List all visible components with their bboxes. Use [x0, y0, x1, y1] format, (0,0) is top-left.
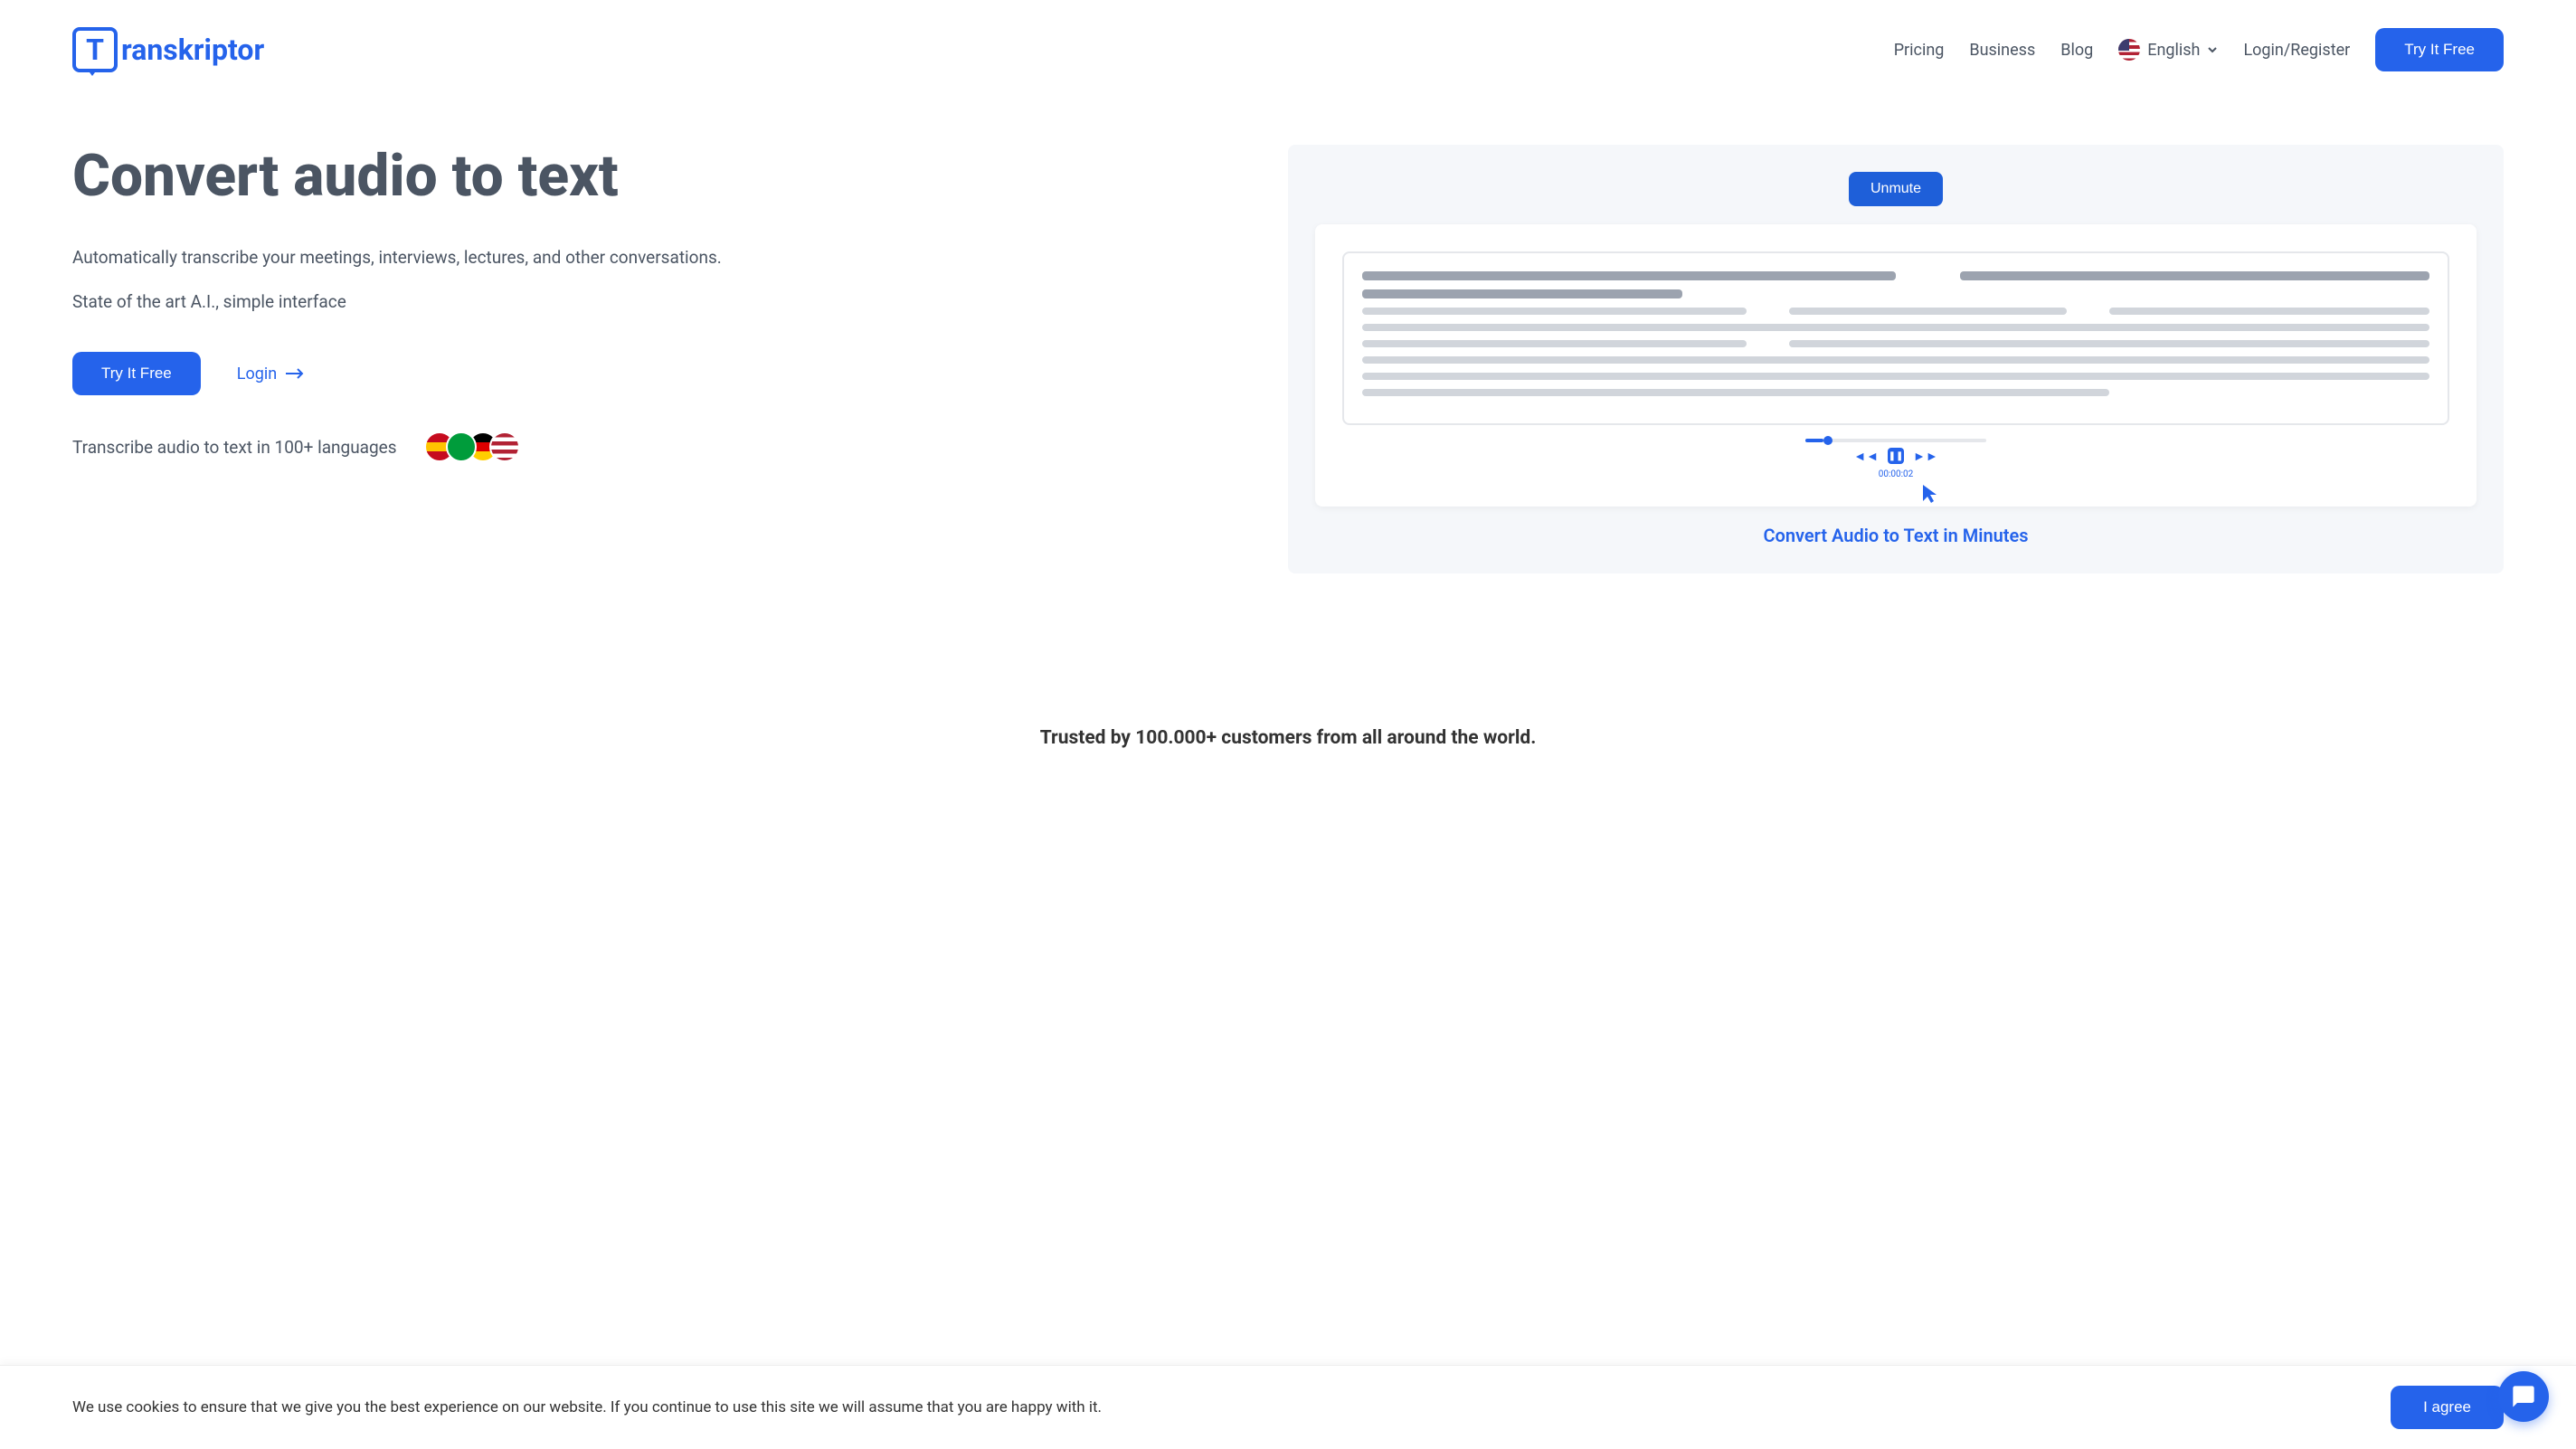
player-controls: ◄◄ ❚❚ ►► 00:00:02 — [1342, 439, 2449, 479]
progress-bar[interactable] — [1805, 439, 1986, 442]
unmute-button[interactable]: Unmute — [1849, 172, 1943, 206]
arrow-right-icon — [286, 367, 304, 380]
playback-buttons: ◄◄ ❚❚ ►► — [1853, 448, 1937, 464]
header: T ranskriptor Pricing Business Blog Engl… — [0, 0, 2576, 99]
flag-stack — [424, 431, 520, 462]
nav-blog[interactable]: Blog — [2060, 41, 2093, 60]
language-selector[interactable]: English — [2118, 39, 2218, 61]
hero-login-label: Login — [237, 365, 277, 384]
hero-video-panel: Unmute ◄◄ ❚❚ ►► 00:00:02 — [1288, 145, 2504, 573]
hero-cta-button[interactable]: Try It Free — [72, 352, 201, 395]
nav-pricing[interactable]: Pricing — [1894, 41, 1945, 60]
document-preview — [1342, 251, 2449, 425]
languages-row: Transcribe audio to text in 100+ languag… — [72, 431, 1234, 462]
video-caption: Convert Audio to Text in Minutes — [1763, 525, 2028, 546]
forward-icon[interactable]: ►► — [1913, 449, 1938, 464]
rewind-icon[interactable]: ◄◄ — [1853, 449, 1879, 464]
logo[interactable]: T ranskriptor — [72, 27, 264, 72]
cookie-text: We use cookies to ensure that we give yo… — [72, 1398, 1102, 1416]
hero-content: Convert audio to text Automatically tran… — [72, 145, 1234, 573]
nav-business[interactable]: Business — [1969, 41, 2035, 60]
chat-icon — [2511, 1384, 2536, 1409]
chat-widget[interactable] — [2498, 1371, 2549, 1422]
chevron-down-icon — [2207, 44, 2218, 55]
cookie-agree-button[interactable]: I agree — [2391, 1386, 2504, 1429]
main-nav: Pricing Business Blog English Login/Regi… — [1894, 28, 2504, 71]
logo-icon: T — [72, 27, 118, 72]
hero-login-link[interactable]: Login — [237, 365, 304, 384]
logo-text: ranskriptor — [121, 33, 264, 67]
cursor-icon — [1920, 483, 1942, 510]
language-label: English — [2147, 41, 2200, 60]
video-preview[interactable]: ◄◄ ❚❚ ►► 00:00:02 — [1315, 224, 2477, 507]
hero-section: Convert audio to text Automatically tran… — [0, 99, 2576, 619]
cookie-banner: We use cookies to ensure that we give yo… — [0, 1365, 2576, 1449]
hero-buttons: Try It Free Login — [72, 352, 1234, 395]
nav-login[interactable]: Login/Register — [2243, 41, 2350, 60]
hero-title: Convert audio to text — [72, 145, 1234, 208]
hero-desc-1: Automatically transcribe your meetings, … — [72, 244, 1234, 271]
us-flag-icon — [2118, 39, 2140, 61]
nav-cta-button[interactable]: Try It Free — [2375, 28, 2504, 71]
languages-text: Transcribe audio to text in 100+ languag… — [72, 437, 397, 458]
usa-flag-icon — [489, 431, 520, 462]
pause-icon[interactable]: ❚❚ — [1888, 448, 1904, 464]
brazil-flag-icon — [446, 431, 477, 462]
trusted-text: Trusted by 100.000+ customers from all a… — [0, 727, 2576, 749]
hero-desc-2: State of the art A.I., simple interface — [72, 289, 1234, 316]
timestamp: 00:00:02 — [1879, 469, 1914, 479]
